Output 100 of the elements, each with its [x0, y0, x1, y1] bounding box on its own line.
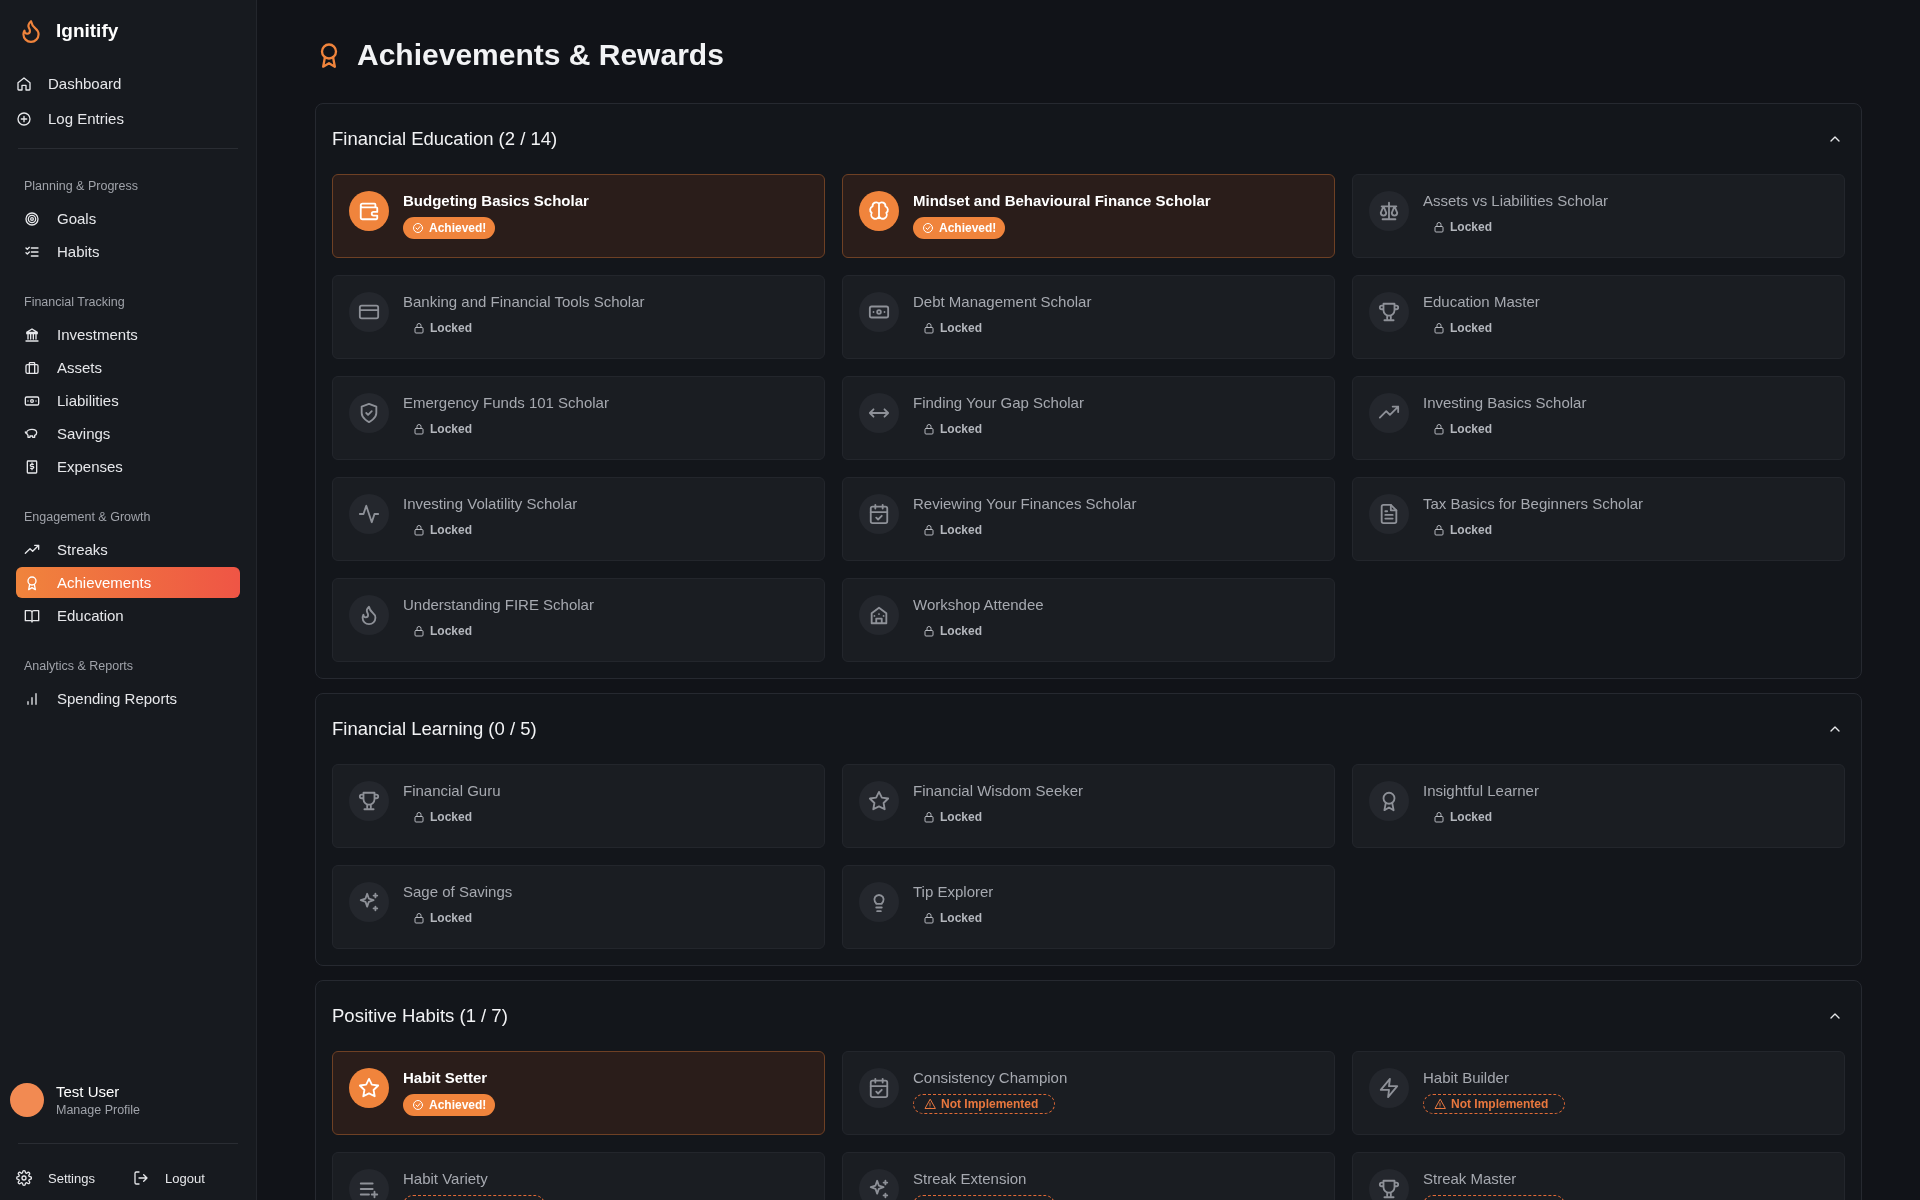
lock-icon — [923, 423, 935, 435]
nav-item[interactable]: Spending Reports — [16, 683, 240, 714]
check-circle-icon — [412, 222, 424, 234]
status-label: Locked — [430, 321, 472, 335]
achievement-title: Tip Explorer — [913, 883, 994, 900]
app-name: Ignitify — [56, 20, 119, 42]
nav-item[interactable]: Savings — [16, 418, 240, 449]
status-label: Locked — [1450, 523, 1492, 537]
achievement-title: Tax Basics for Beginners Scholar — [1423, 495, 1644, 512]
warning-icon — [1434, 1098, 1446, 1110]
star-icon — [868, 790, 890, 812]
page-title: Achievements & Rewards — [357, 38, 724, 72]
check-circle-icon — [412, 1099, 424, 1111]
achievement-title: Investing Volatility Scholar — [403, 495, 578, 512]
status-label: Locked — [1450, 422, 1492, 436]
lock-icon — [413, 625, 425, 637]
status-label: Locked — [940, 321, 982, 335]
status-label: Locked — [940, 810, 982, 824]
briefcase-icon — [24, 359, 40, 376]
achievement-title: Assets vs Liabilities Scholar — [1423, 192, 1609, 209]
status-label: Locked — [940, 523, 982, 537]
section-title: Positive Habits (1 / 7) — [332, 1005, 508, 1027]
status-label: Locked — [430, 523, 472, 537]
calendar-check-icon — [868, 503, 890, 525]
lock-icon — [923, 524, 935, 536]
achievement-title: Understanding FIRE Scholar — [403, 596, 594, 613]
nav-item[interactable]: Investments — [16, 319, 240, 350]
nav-item[interactable]: Education — [16, 600, 240, 631]
lock-icon — [413, 912, 425, 924]
achievement-title: Sage of Savings — [403, 883, 513, 900]
receipt-icon — [24, 458, 40, 475]
achievement-title: Finding Your Gap Scholar — [913, 394, 1084, 411]
status-label: Locked — [1450, 321, 1492, 335]
status-badge: Achieved! — [403, 1094, 496, 1116]
achievement-title: Workshop Attendee — [913, 596, 1044, 613]
achievement-title: Habit Builder — [1423, 1069, 1510, 1086]
lock-icon — [923, 912, 935, 924]
status-label: Locked — [1450, 220, 1492, 234]
bank-icon — [24, 326, 40, 343]
manage-profile-link[interactable]: Manage Profile — [56, 1103, 141, 1117]
target-icon — [24, 210, 40, 227]
bar-chart-icon — [24, 690, 40, 707]
nav-group-label: Planning & Progress — [23, 179, 139, 195]
lock-icon — [923, 322, 935, 334]
footer-link[interactable]: Logout — [133, 1170, 205, 1186]
lock-icon — [1433, 811, 1445, 823]
nav-item[interactable]: Goals — [16, 203, 240, 234]
status-label: Locked — [940, 422, 982, 436]
brain-icon — [868, 200, 890, 222]
section-title: Financial Education (2 / 14) — [332, 128, 558, 150]
section-title: Financial Learning (0 / 5) — [332, 718, 537, 740]
trophy-icon — [1378, 301, 1400, 323]
nav-item[interactable]: Dashboard — [16, 70, 240, 97]
sparkles-icon — [868, 1178, 890, 1200]
nav-item[interactable]: Streaks — [16, 534, 240, 565]
status-label: Locked — [430, 624, 472, 638]
achievement-title: Insightful Learner — [1423, 782, 1539, 799]
achievement-title: Debt Management Scholar — [913, 293, 1092, 310]
book-icon — [24, 607, 40, 624]
wallet-icon — [358, 200, 380, 222]
lock-icon — [413, 322, 425, 334]
trophy-icon — [1378, 1178, 1400, 1200]
achievement-title: Streak Extension — [913, 1170, 1028, 1187]
status-label: Locked — [430, 422, 472, 436]
calendar-check-icon — [868, 1077, 890, 1099]
nav-group-label: Analytics & Reports — [23, 659, 135, 675]
achievement-title: Financial Guru — [403, 782, 501, 799]
achievement-title: Financial Wisdom Seeker — [913, 782, 1084, 799]
achievement-title: Investing Basics Scholar — [1423, 394, 1587, 411]
logout-icon — [133, 1170, 149, 1186]
avatar[interactable] — [10, 1083, 44, 1117]
nav-item[interactable]: Assets — [16, 352, 240, 383]
achievement-title: Mindset and Behavioural Finance Scholar — [913, 192, 1211, 209]
achievement-title: Habit Variety — [403, 1170, 489, 1187]
nav-item[interactable]: Habits — [16, 236, 240, 267]
award-icon — [24, 574, 40, 591]
lock-icon — [413, 811, 425, 823]
star-icon — [358, 1077, 380, 1099]
warning-icon — [924, 1098, 936, 1110]
lock-icon — [1433, 423, 1445, 435]
footer-link[interactable]: Settings — [16, 1170, 95, 1186]
nav-item[interactable]: Liabilities — [16, 385, 240, 416]
status-label: Locked — [940, 624, 982, 638]
lightning-icon — [1378, 1077, 1400, 1099]
plus-circle-icon — [16, 110, 32, 127]
status-label: Locked — [1450, 810, 1492, 824]
lock-icon — [1433, 322, 1445, 334]
nav-group-label: Engagement & Growth — [23, 510, 152, 526]
achievement-title: Emergency Funds 101 Scholar — [403, 394, 609, 411]
nav-item[interactable]: Log Entries — [16, 105, 240, 132]
lock-icon — [1433, 221, 1445, 233]
settings-icon — [16, 1170, 32, 1186]
shield-check-icon — [358, 402, 380, 424]
nav-item[interactable]: Expenses — [16, 451, 240, 482]
achievement-title: Reviewing Your Finances Scholar — [913, 495, 1137, 512]
user-name: Test User — [56, 1083, 121, 1100]
home-icon — [16, 75, 32, 92]
nav-group-label: Financial Tracking — [23, 295, 126, 311]
trophy-icon — [358, 790, 380, 812]
achievement-title: Habit Setter — [403, 1069, 489, 1086]
